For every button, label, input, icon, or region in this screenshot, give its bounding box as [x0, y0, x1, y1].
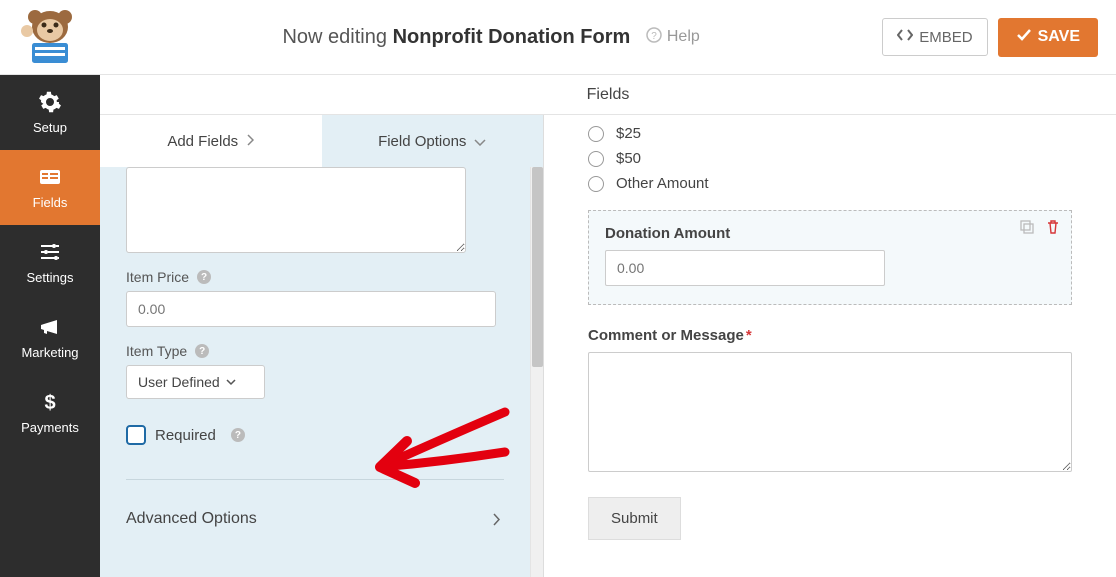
required-row: Required ? [126, 425, 504, 445]
sidenav-item-settings[interactable]: Settings [0, 225, 100, 300]
svg-text:?: ? [651, 31, 657, 42]
preview-inner: $25 $50 Other Amount [544, 115, 1116, 577]
trash-icon[interactable] [1045, 219, 1061, 235]
code-icon [897, 28, 913, 46]
help-icon[interactable]: ? [195, 344, 209, 358]
sidenav-item-fields[interactable]: Fields [0, 150, 100, 225]
advanced-options-toggle[interactable]: Advanced Options [126, 496, 504, 532]
radio-icon[interactable] [588, 126, 604, 142]
item-price-label: Item Price ? [126, 269, 504, 285]
side-nav: Setup Fields Settings Marketing $ Paymen… [0, 75, 100, 577]
panel-tabs: Add Fields Field Options [100, 115, 543, 167]
gear-icon [38, 90, 62, 114]
comment-textarea[interactable] [588, 352, 1072, 472]
tab-add-fields[interactable]: Add Fields [100, 115, 322, 167]
top-bar: Now editing Nonprofit Donation Form ? He… [0, 0, 1116, 75]
sidenav-item-payments[interactable]: $ Payments [0, 375, 100, 450]
sidenav-item-setup[interactable]: Setup [0, 75, 100, 150]
required-label: Required [155, 427, 216, 444]
donation-amount-input[interactable] [605, 250, 885, 286]
editing-prefix: Now editing [282, 26, 387, 48]
description-textarea[interactable] [126, 167, 466, 253]
chevron-down-icon [474, 133, 486, 150]
tab-field-options[interactable]: Field Options [322, 115, 544, 167]
preview-panel: $25 $50 Other Amount [544, 115, 1116, 577]
columns: Add Fields Field Options [100, 115, 1116, 577]
duplicate-icon[interactable] [1019, 219, 1035, 235]
radio-option[interactable]: Other Amount [588, 171, 1072, 196]
item-type-label: Item Type ? [126, 343, 504, 359]
divider [126, 479, 504, 480]
radio-icon[interactable] [588, 176, 604, 192]
required-star: * [746, 327, 752, 344]
check-icon [1016, 28, 1032, 47]
required-checkbox[interactable] [126, 425, 146, 445]
help-icon[interactable]: ? [231, 428, 245, 442]
donation-label: Donation Amount [605, 225, 1055, 242]
donation-amount-field-block[interactable]: Donation Amount [588, 210, 1072, 305]
svg-text:$: $ [44, 392, 55, 414]
item-type-select[interactable]: User Defined [126, 365, 265, 399]
list-icon [38, 165, 62, 189]
help-icon: ? [646, 27, 662, 48]
item-price-input[interactable] [126, 291, 496, 327]
help-icon[interactable]: ? [197, 270, 211, 284]
chevron-down-icon [226, 379, 236, 386]
scrollbar-thumb[interactable] [532, 167, 543, 367]
options-panel: Add Fields Field Options [100, 115, 544, 577]
app-logo [0, 7, 100, 67]
main: Setup Fields Settings Marketing $ Paymen… [0, 75, 1116, 577]
chevron-right-icon [492, 513, 500, 526]
save-button[interactable]: SAVE [998, 18, 1098, 57]
submit-button[interactable]: Submit [588, 497, 681, 540]
chevron-right-icon [246, 133, 254, 150]
dollar-icon: $ [38, 390, 62, 414]
fields-header: Fields [100, 75, 1116, 115]
options-body: Item Price ? Item Type ? User Defi [100, 167, 530, 577]
radio-icon[interactable] [588, 151, 604, 167]
bullhorn-icon [38, 315, 62, 339]
sliders-icon [38, 240, 62, 264]
embed-button[interactable]: EMBED [882, 18, 987, 56]
panel-scrollbar[interactable] [530, 167, 543, 577]
help-link[interactable]: ? Help [646, 27, 700, 48]
sidenav-item-marketing[interactable]: Marketing [0, 300, 100, 375]
title-area: Now editing Nonprofit Donation Form ? He… [100, 26, 882, 49]
radio-option[interactable]: $50 [588, 146, 1072, 171]
radio-option[interactable]: $25 [588, 121, 1072, 146]
content-area: Fields Add Fields Field Options [100, 75, 1116, 577]
comment-label: Comment or Message* [588, 327, 1072, 344]
form-name: Nonprofit Donation Form [393, 26, 631, 48]
